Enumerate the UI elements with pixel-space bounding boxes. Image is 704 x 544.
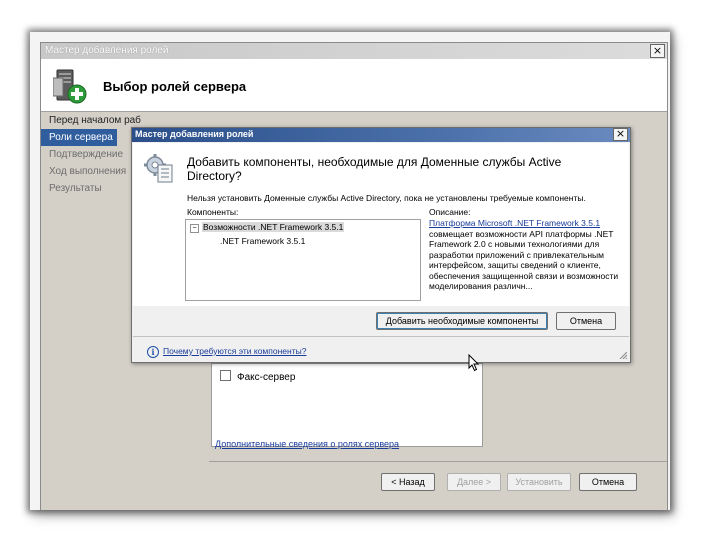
divider bbox=[133, 336, 629, 337]
nav-step-server-roles[interactable]: Роли сервера bbox=[41, 129, 117, 146]
server-roles-icon bbox=[53, 69, 87, 104]
dialog-cancel-button[interactable]: Отмена bbox=[556, 312, 616, 330]
resize-grip-icon[interactable] bbox=[619, 351, 627, 359]
mouse-cursor-icon bbox=[468, 354, 480, 372]
nav-step-confirmation[interactable]: Подтверждение bbox=[41, 146, 123, 163]
tree-item-label: Возможности .NET Framework 3.5.1 bbox=[202, 222, 345, 232]
nav-step-results[interactable]: Результаты bbox=[41, 180, 117, 197]
wizard-header: Выбор ролей сервера bbox=[41, 59, 667, 112]
add-required-features-button[interactable]: Добавить необходимые компоненты bbox=[376, 312, 548, 330]
dialog-body: Добавить компоненты, необходимые для Дом… bbox=[133, 143, 629, 306]
back-button[interactable]: < Назад bbox=[381, 473, 435, 491]
window-title: Мастер добавления ролей bbox=[45, 45, 169, 56]
tree-item-net-features[interactable]: − Возможности .NET Framework 3.5.1 bbox=[190, 222, 345, 233]
components-gear-icon bbox=[144, 154, 173, 183]
dialog-description: Нельзя установить Доменные службы Active… bbox=[187, 193, 586, 203]
cancel-button[interactable]: Отмена bbox=[579, 473, 637, 491]
close-icon[interactable]: × bbox=[613, 128, 628, 141]
role-label: Факс-сервер bbox=[237, 372, 296, 383]
wizard-steps-nav: Перед началом раб Роли сервера Подтвержд… bbox=[41, 112, 141, 412]
page-title: Выбор ролей сервера bbox=[103, 79, 247, 94]
description-label: Описание: bbox=[429, 207, 471, 217]
list-item[interactable]: Факс-сервер bbox=[220, 370, 295, 383]
net-framework-link[interactable]: Платформа Microsoft .NET Framework 3.5.1 bbox=[429, 218, 600, 228]
screenshot-frame: Мастер добавления ролей × Выбор ролей се… bbox=[30, 32, 670, 510]
collapse-icon[interactable]: − bbox=[190, 224, 199, 233]
next-button[interactable]: Далее > bbox=[447, 473, 501, 491]
checkbox-fax-server[interactable] bbox=[220, 370, 231, 381]
roles-list: Факс-сервер bbox=[211, 363, 483, 447]
nav-step-progress[interactable]: Ход выполнения bbox=[41, 163, 126, 180]
add-features-dialog: Мастер добавления ролей × Добавить компо… bbox=[131, 127, 631, 363]
dialog-titlebar: Мастер добавления ролей × bbox=[132, 128, 630, 142]
install-button[interactable]: Установить bbox=[507, 473, 571, 491]
components-tree[interactable]: − Возможности .NET Framework 3.5.1 .NET F… bbox=[185, 219, 421, 301]
description-body: совмещает возможности API платформы .NET… bbox=[429, 228, 619, 292]
window-titlebar: Мастер добавления ролей × bbox=[41, 43, 667, 59]
more-info-link[interactable]: Дополнительные сведения о ролях сервера bbox=[215, 439, 399, 449]
close-icon[interactable]: × bbox=[650, 44, 665, 58]
dialog-title: Мастер добавления ролей bbox=[135, 129, 254, 139]
nav-step-before-you-begin[interactable]: Перед началом раб bbox=[41, 112, 141, 129]
why-required-link[interactable]: Почему требуются эти компоненты? bbox=[163, 346, 306, 356]
components-label: Компоненты: bbox=[187, 207, 239, 217]
dialog-heading: Добавить компоненты, необходимые для Дом… bbox=[187, 155, 562, 183]
component-description: Платформа Microsoft .NET Framework 3.5.1… bbox=[429, 218, 619, 292]
tree-item-net-framework[interactable]: .NET Framework 3.5.1 bbox=[220, 236, 305, 246]
info-icon: i bbox=[147, 346, 159, 358]
divider bbox=[209, 461, 667, 462]
